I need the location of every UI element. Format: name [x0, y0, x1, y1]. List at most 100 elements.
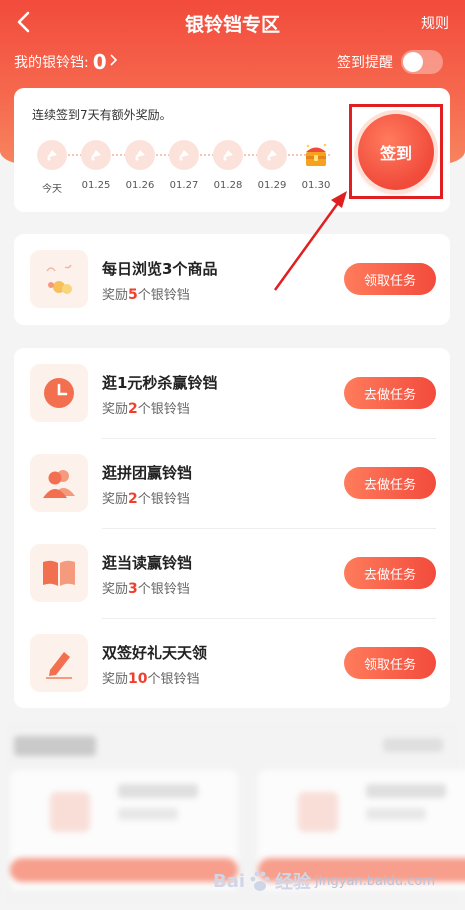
treasure-chest-icon [301, 140, 331, 170]
paw-icon [250, 871, 270, 891]
task-title: 逛1元秒杀赢铃铛 [102, 374, 218, 392]
blurred-line [366, 808, 426, 820]
bell-icon [257, 140, 287, 170]
reward-suffix: 个银铃铛 [147, 672, 200, 687]
reward-prefix: 奖励 [102, 492, 129, 507]
task-reward: 奖励2个银铃铛 [102, 488, 190, 507]
toggle-knob [403, 52, 423, 72]
day-label: 01.29 [257, 180, 287, 191]
gift-coins-icon [30, 250, 88, 308]
reward-suffix: 个银铃铛 [137, 492, 190, 507]
signin-reminder: 签到提醒 [337, 50, 443, 74]
blurred-button [10, 858, 238, 882]
reward-count: 2 [128, 401, 138, 417]
reward-prefix: 奖励 [102, 582, 129, 597]
blurred-thumb [50, 792, 90, 832]
task-row: 逛拼团赢铃铛 奖励2个银铃铛 去做任务 [14, 438, 450, 528]
reward-prefix: 奖励 [102, 288, 129, 303]
claim-task-button[interactable]: 领取任务 [344, 647, 436, 679]
signin-button[interactable]: 签到 [358, 113, 434, 190]
watermark-brand: Bai [212, 870, 246, 892]
reward-count: 2 [128, 491, 138, 507]
task-row: 双签好礼天天领 奖励10个银铃铛 领取任务 [14, 618, 450, 708]
reward-suffix: 个银铃铛 [137, 402, 190, 417]
row-divider [102, 618, 436, 619]
signin-day: 01.26 [118, 138, 162, 191]
bell-icon [125, 140, 155, 170]
task-row: 每日浏览3个商品 奖励5个银铃铛 领取任务 [14, 234, 450, 324]
signin-day: 今天 [30, 138, 74, 195]
back-button[interactable] [8, 6, 40, 38]
reminder-toggle[interactable] [401, 50, 443, 74]
watermark-brand-end: 经验 [275, 872, 312, 893]
do-task-button[interactable]: 去做任务 [344, 377, 436, 409]
blurred-line [118, 784, 198, 798]
balance-label: 我的银铃铛: [14, 55, 89, 71]
signin-day: 01.27 [162, 138, 206, 191]
reward-suffix: 个银铃铛 [137, 582, 190, 597]
rules-link[interactable]: 规则 [421, 13, 449, 33]
task-reward: 奖励10个银铃铛 [102, 668, 200, 687]
signin-day: 01.28 [206, 138, 250, 191]
bell-icon [169, 140, 199, 170]
blurred-thumb [298, 792, 338, 832]
reward-prefix: 奖励 [102, 672, 129, 687]
claim-task-button[interactable]: 领取任务 [344, 263, 436, 295]
chevron-left-icon [17, 11, 30, 33]
day-label: 01.25 [81, 180, 111, 191]
day-label: 01.27 [169, 180, 199, 191]
bell-icon [37, 140, 67, 170]
chevron-right-icon [109, 54, 117, 70]
reward-suffix: 个银铃铛 [137, 288, 190, 303]
blurred-more [383, 738, 443, 752]
blurred-line [366, 784, 446, 798]
task-title: 每日浏览3个商品 [102, 260, 218, 278]
bell-icon [213, 140, 243, 170]
do-task-button[interactable]: 去做任务 [344, 557, 436, 589]
do-task-button[interactable]: 去做任务 [344, 467, 436, 499]
reminder-label: 签到提醒 [337, 55, 393, 71]
day-label: 01.28 [213, 180, 243, 191]
blurred-product-card [10, 770, 238, 890]
highlight-box: 签到 [349, 104, 443, 199]
signin-day: 01.30 [294, 138, 338, 191]
blurred-recommendations [0, 716, 465, 910]
users-icon [30, 454, 88, 512]
signin-day: 01.29 [250, 138, 294, 191]
signin-hint: 连续签到7天有额外奖励。 [32, 108, 172, 122]
blurred-heading [14, 736, 96, 756]
balance-value: 0 [92, 50, 107, 74]
row-divider [102, 438, 436, 439]
watermark-url: jingyan.baidu.com [315, 873, 435, 889]
day-label: 01.26 [125, 180, 155, 191]
reward-count: 10 [128, 671, 148, 687]
task-title: 双签好礼天天领 [102, 644, 208, 662]
nav-bar: 银铃铛专区 规则 [0, 0, 465, 44]
pencil-icon [30, 634, 88, 692]
day-label: 01.30 [301, 180, 331, 191]
day-label: 今天 [42, 184, 62, 195]
task-reward: 奖励2个银铃铛 [102, 398, 190, 417]
reward-count: 5 [128, 287, 138, 303]
clock-icon [30, 364, 88, 422]
task-row: 逛1元秒杀赢铃铛 奖励2个银铃铛 去做任务 [14, 348, 450, 438]
blurred-product-card [258, 770, 465, 890]
signin-day: 01.25 [74, 138, 118, 191]
reward-prefix: 奖励 [102, 402, 129, 417]
signin-card: 连续签到7天有额外奖励。 今天 01.25 01.26 01.27 01.28 … [14, 88, 450, 212]
blurred-button [258, 858, 465, 882]
page-title: 银铃铛专区 [184, 14, 280, 36]
blurred-line [118, 808, 178, 820]
task-list-card: 逛1元秒杀赢铃铛 奖励2个银铃铛 去做任务 逛拼团赢铃铛 奖励2个银铃铛 去做任… [14, 348, 450, 708]
task-row: 逛当读赢铃铛 奖励3个银铃铛 去做任务 [14, 528, 450, 618]
book-icon [30, 544, 88, 602]
bell-icon [81, 140, 111, 170]
task-reward: 奖励5个银铃铛 [102, 284, 190, 303]
reward-count: 3 [128, 581, 138, 597]
bell-balance[interactable]: 我的银铃铛: 0 [14, 50, 117, 74]
daily-task-card: 每日浏览3个商品 奖励5个银铃铛 领取任务 [14, 234, 450, 325]
task-reward: 奖励3个银铃铛 [102, 578, 190, 597]
row-divider [102, 528, 436, 529]
baidu-jingyan-watermark: Bai 经验 jingyan.baidu.com [213, 868, 435, 894]
signin-calendar: 今天 01.25 01.26 01.27 01.28 01.29 01.30 [30, 138, 340, 208]
